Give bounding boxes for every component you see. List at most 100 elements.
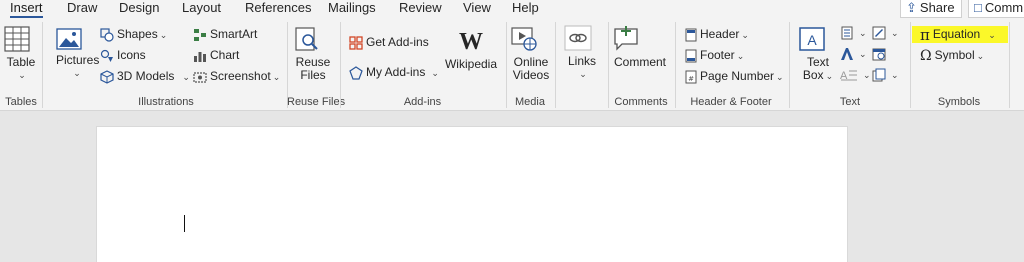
online-videos-button[interactable]: Online Videos [510, 26, 552, 82]
tab-references[interactable]: References [245, 0, 311, 18]
link-icon [564, 25, 600, 51]
wordart-button[interactable]: ⌄ [840, 45, 867, 62]
chevron-down-icon: ⌄ [859, 49, 867, 59]
signature-line-button[interactable]: ⌄ [872, 24, 899, 41]
links-button[interactable]: Links ⌄ [564, 25, 600, 81]
pi-icon: π [920, 25, 930, 44]
share-button[interactable]: ⇪ Share [900, 0, 962, 18]
tab-view[interactable]: View [463, 0, 491, 18]
chevron-down-icon: ⌄ [431, 68, 439, 78]
chevron-down-icon: ⌄ [182, 72, 190, 82]
chart-icon [193, 49, 207, 63]
wikipedia-label: Wikipedia [444, 57, 498, 71]
header-icon [685, 28, 697, 42]
shapes-icon [100, 28, 114, 42]
group-label-symbols: Symbols [937, 96, 981, 108]
group-label-header-footer: Header & Footer [690, 96, 772, 108]
wikipedia-button[interactable]: W Wikipedia [444, 30, 498, 71]
date-time-button[interactable] [872, 45, 889, 61]
3d-models-button[interactable]: 3D Models ⌄ [100, 68, 190, 85]
page-number-label: Page Number [700, 69, 775, 83]
chevron-down-icon: ⌄ [741, 30, 749, 40]
wikipedia-icon: W [459, 29, 483, 55]
page-number-button[interactable]: # Page Number ⌄ [685, 68, 784, 85]
icons-icon [100, 49, 114, 63]
reuse-files-icon [293, 26, 333, 52]
chart-label: Chart [210, 48, 240, 62]
shapes-button[interactable]: Shapes ⌄ [100, 26, 167, 43]
smartart-label: SmartArt [210, 27, 258, 41]
text-box-button[interactable]: A Text Box ⌄ [798, 26, 838, 83]
3d-models-label: 3D Models [117, 69, 175, 83]
smartart-icon [193, 28, 207, 42]
tab-layout[interactable]: Layout [182, 0, 221, 18]
chevron-down-icon: ⌄ [863, 70, 871, 80]
comment-icon: □ [974, 0, 982, 15]
page-number-icon: # [685, 70, 697, 84]
quick-parts-icon [840, 26, 854, 40]
icons-label: Icons [117, 48, 146, 62]
chevron-down-icon: ⌄ [159, 30, 168, 40]
online-video-icon [510, 26, 552, 52]
shapes-label: Shapes [117, 27, 158, 41]
share-icon: ⇪ [906, 0, 917, 15]
header-button[interactable]: Header ⌄ [685, 26, 749, 43]
online-videos-line2: Videos [512, 68, 550, 82]
tab-insert[interactable]: Insert [10, 0, 43, 19]
group-label-comments: Comments [614, 96, 668, 108]
chevron-down-icon: ⌄ [73, 68, 81, 78]
footer-button[interactable]: Footer ⌄ [685, 47, 744, 64]
document-page[interactable] [96, 126, 848, 262]
group-label-illustrations: Illustrations [138, 96, 194, 108]
comment-button[interactable]: Comment [612, 26, 668, 69]
group-label-tables: Tables [5, 96, 37, 108]
picture-icon [56, 28, 96, 50]
text-box-line2-label: Box [802, 68, 824, 82]
chevron-down-icon: ⌄ [272, 72, 281, 82]
comments-button[interactable]: □ Comm [968, 0, 1024, 18]
symbol-label: Symbol [934, 48, 975, 62]
my-add-ins-button[interactable]: My Add-ins ⌄ [349, 64, 439, 81]
wordart-icon [840, 47, 854, 61]
ribbon-tab-bar: Insert Draw Design Layout References Mai… [0, 0, 1024, 19]
omega-icon: Ω [920, 47, 932, 64]
equation-button[interactable]: π Equation ⌄ [920, 26, 996, 43]
tab-design[interactable]: Design [119, 0, 159, 18]
icons-button[interactable]: Icons [100, 47, 146, 63]
text-box-icon: A [798, 26, 838, 52]
tab-draw[interactable]: Draw [67, 0, 97, 18]
store-icon [349, 36, 363, 50]
reuse-label-line2: Files [300, 68, 326, 82]
screenshot-button[interactable]: Screenshot ⌄ [193, 68, 280, 85]
equation-label: Equation [932, 27, 981, 41]
reuse-files-button[interactable]: Reuse Files [293, 26, 333, 82]
table-button[interactable]: Table ⌄ [4, 26, 38, 82]
comments-label: Comm [984, 0, 1024, 15]
screenshot-label: Screenshot [210, 69, 271, 83]
my-add-ins-label: My Add-ins [366, 65, 426, 79]
table-label: Table [6, 55, 36, 69]
chevron-down-icon: ⌄ [891, 70, 899, 80]
chart-button[interactable]: Chart [193, 47, 239, 63]
group-label-media: Media [515, 96, 545, 108]
symbol-button[interactable]: Ω Symbol ⌄ [920, 47, 984, 64]
drop-cap-button[interactable]: A ⌄ [840, 66, 871, 83]
chevron-down-icon: ⌄ [736, 51, 745, 61]
comment-label: Comment [613, 55, 666, 69]
chevron-down-icon: ⌄ [891, 28, 899, 38]
get-add-ins-button[interactable]: Get Add-ins [349, 34, 429, 50]
group-label-reuse-files: Reuse Files [287, 96, 346, 108]
tab-mailings[interactable]: Mailings [328, 0, 376, 18]
quick-parts-button[interactable]: ⌄ [840, 24, 867, 41]
chevron-down-icon: ⌄ [18, 70, 26, 80]
smartart-button[interactable]: SmartArt [193, 26, 257, 42]
group-label-add-ins: Add-ins [403, 96, 442, 108]
object-icon [872, 68, 886, 82]
pictures-button[interactable]: Pictures ⌄ [56, 28, 99, 80]
tab-help[interactable]: Help [512, 0, 539, 18]
tab-review[interactable]: Review [399, 0, 442, 18]
document-canvas [0, 111, 1024, 262]
object-button[interactable]: ⌄ [872, 66, 899, 83]
chevron-down-icon: ⌄ [859, 28, 867, 38]
footer-icon [685, 49, 697, 63]
